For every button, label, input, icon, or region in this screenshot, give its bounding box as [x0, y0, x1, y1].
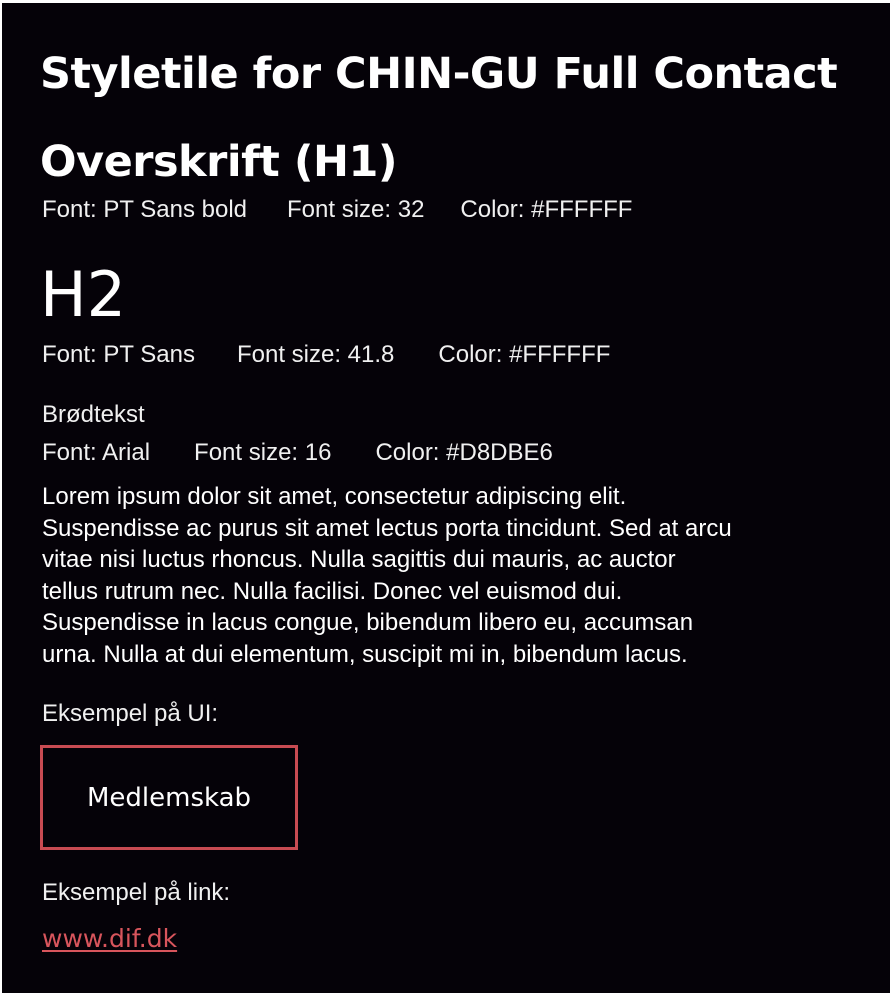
- lorem-line: tellus rutrum nec. Nulla facilisi. Donec…: [42, 577, 623, 605]
- membership-button[interactable]: Medlemskab: [40, 745, 298, 850]
- h2-sample: H2: [40, 258, 127, 331]
- h1-specs: Font: PT Sans bold Font size: 32 Color: #F…: [42, 196, 632, 224]
- h2-font-spec: Font: PT Sans: [42, 341, 195, 368]
- body-text-heading: Brødtekst: [42, 401, 145, 428]
- h1-size-spec: Font size: 32: [287, 196, 425, 223]
- link-example-label: Eksempel på link:: [42, 879, 231, 906]
- h2-size-spec: Font size: 41.8: [236, 341, 395, 368]
- membership-button-label: Medlemskab: [86, 782, 252, 813]
- lorem-line: urna. Nulla at dui elementum, suscipit m…: [42, 640, 688, 668]
- lorem-paragraph: Lorem ipsum dolor sit amet, consectetur …: [42, 481, 862, 670]
- h2-specs: Font: PT Sans Font size: 41.8 Color: #FFFF…: [42, 341, 610, 369]
- lorem-line: Lorem ipsum dolor sit amet, consectetur …: [42, 483, 627, 510]
- lorem-line: Suspendisse in lacus congue, bibendum li…: [42, 609, 694, 636]
- body-font-spec: Font: Arial: [42, 439, 151, 466]
- h2-color-spec: Color: #FFFFFF: [438, 341, 611, 368]
- body-text-specs: Font: Arial Font size: 16 Color: #D8DBE6: [42, 439, 553, 467]
- ui-example-label: Eksempel på UI:: [42, 700, 219, 727]
- example-link[interactable]: www.dif.dk: [42, 923, 177, 955]
- h1-font-spec: Font: PT Sans bold: [42, 196, 248, 223]
- styletile-panel: Styletile for CHIN-GU Full Contact Overs…: [2, 3, 890, 993]
- page-title: Styletile for CHIN-GU Full Contact: [40, 49, 838, 99]
- body-size-spec: Font size: 16: [194, 439, 332, 466]
- h1-color-spec: Color: #FFFFFF: [460, 196, 633, 223]
- lorem-line: Suspendisse ac purus sit amet lectus por…: [42, 514, 732, 542]
- body-color-spec: Color: #D8DBE6: [375, 439, 553, 466]
- lorem-line: vitae nisi luctus rhoncus. Nulla sagitti…: [42, 546, 676, 573]
- h1-sample: Overskrift (H1): [40, 137, 398, 187]
